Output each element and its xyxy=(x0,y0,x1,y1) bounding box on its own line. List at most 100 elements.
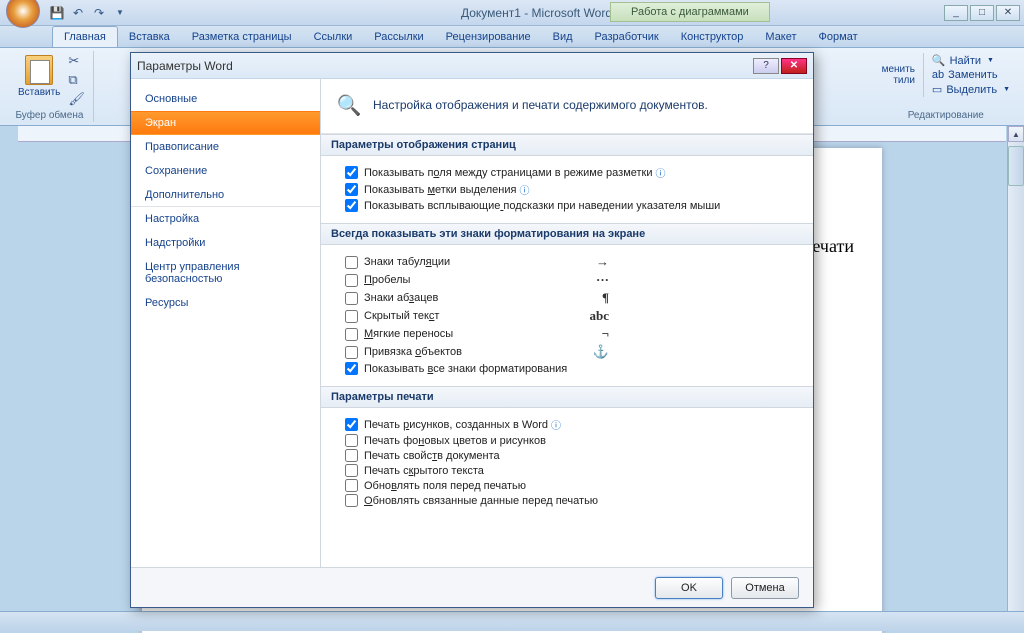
ribbon-tabs: ГлавнаяВставкаРазметка страницыСсылкиРас… xyxy=(0,26,1024,48)
replace-button[interactable]: abЗаменить xyxy=(932,68,1010,82)
dialog-help-button[interactable]: ? xyxy=(753,58,779,74)
option-checkbox[interactable] xyxy=(345,256,358,269)
option-checkbox[interactable] xyxy=(345,449,358,462)
option-checkbox[interactable] xyxy=(345,199,358,212)
option-row[interactable]: Показывать поля между страницами в режим… xyxy=(345,164,799,181)
option-row[interactable]: Показывать метки выделенияⓘ xyxy=(345,181,799,198)
nav-item[interactable]: Центр управления безопасностью xyxy=(131,255,320,291)
formatting-symbol: → xyxy=(596,254,609,270)
context-tab-charts[interactable]: Работа с диаграммами xyxy=(610,2,770,22)
ribbon-tab[interactable]: Вставка xyxy=(118,27,181,47)
option-row[interactable]: Печать свойств документа xyxy=(345,448,799,463)
nav-item[interactable]: Правописание xyxy=(131,135,320,159)
option-checkbox[interactable] xyxy=(345,310,358,323)
option-checkbox[interactable] xyxy=(345,464,358,477)
ribbon-tab[interactable]: Разработчик xyxy=(584,27,670,47)
ribbon-tab[interactable]: Формат xyxy=(808,27,869,47)
select-button[interactable]: ▭Выделить▼ xyxy=(932,82,1010,97)
maximize-button[interactable]: □ xyxy=(970,5,994,21)
option-checkbox[interactable] xyxy=(345,183,358,196)
info-icon[interactable]: ⓘ xyxy=(551,417,561,432)
info-icon[interactable]: ⓘ xyxy=(656,165,666,180)
nav-item[interactable]: Дополнительно xyxy=(131,183,320,207)
formatting-symbol: ¬ xyxy=(602,326,609,342)
ribbon-tab[interactable]: Конструктор xyxy=(670,27,755,47)
dialog-title: Параметры Word xyxy=(137,59,753,73)
formatting-symbol: abc xyxy=(590,308,610,324)
word-options-dialog: Параметры Word ? ✕ ОсновныеЭкранПравопис… xyxy=(130,52,814,608)
content-header: 🔍 Настройка отображения и печати содержи… xyxy=(321,79,813,134)
scroll-thumb[interactable] xyxy=(1008,146,1024,186)
ribbon-tab[interactable]: Макет xyxy=(754,27,807,47)
formatting-symbol: ¶ xyxy=(602,290,609,306)
status-bar xyxy=(0,611,1024,631)
option-row[interactable]: Показывать всплывающие подсказки при нав… xyxy=(345,198,799,213)
ribbon-tab[interactable]: Главная xyxy=(52,26,118,47)
ribbon-tab[interactable]: Рецензирование xyxy=(435,27,542,47)
option-checkbox[interactable] xyxy=(345,494,358,507)
minimize-button[interactable]: _ xyxy=(944,5,968,21)
dialog-close-button[interactable]: ✕ xyxy=(781,58,807,74)
window-title: Документ1 - Microsoft Word xyxy=(129,6,944,20)
option-checkbox[interactable] xyxy=(345,166,358,179)
find-icon: 🔍 xyxy=(932,54,946,67)
info-icon[interactable]: ⓘ xyxy=(519,182,529,197)
vertical-scrollbar[interactable]: ▲ xyxy=(1007,126,1024,611)
option-row[interactable]: Печать скрытого текста xyxy=(345,463,799,478)
styles-fragment2: тили xyxy=(882,75,915,86)
option-checkbox[interactable] xyxy=(345,362,358,375)
nav-item[interactable]: Сохранение xyxy=(131,159,320,183)
qat-dropdown-icon[interactable]: ▼ xyxy=(111,4,129,22)
format-painter-icon[interactable]: 🖌 xyxy=(68,91,85,107)
formatting-options: Знаки табуляции→Пробелы··· Знаки абзацев ¶… xyxy=(321,245,813,386)
option-row[interactable]: Пробелы··· xyxy=(345,271,799,289)
paste-button[interactable]: Вставить xyxy=(14,53,64,107)
nav-item[interactable]: Ресурсы xyxy=(131,291,320,315)
close-window-button[interactable]: ✕ xyxy=(996,5,1020,21)
option-checkbox[interactable] xyxy=(345,328,358,341)
ribbon-tab[interactable]: Вид xyxy=(542,27,584,47)
find-button[interactable]: 🔍Найти▼ xyxy=(932,53,1010,68)
option-row[interactable]: Печать фоновых цветов и рисунков xyxy=(345,433,799,448)
ribbon-tab[interactable]: Рассылки xyxy=(363,27,434,47)
nav-item[interactable]: Настройка xyxy=(131,207,320,231)
printing-options: Печать рисунков, созданных в WordⓘПечать… xyxy=(321,408,813,518)
option-row[interactable]: Печать рисунков, созданных в Wordⓘ xyxy=(345,416,799,433)
option-checkbox[interactable] xyxy=(345,479,358,492)
undo-icon[interactable]: ↶ xyxy=(69,4,87,22)
option-checkbox[interactable] xyxy=(345,292,358,305)
copy-icon[interactable]: ⧉ xyxy=(68,72,85,88)
option-label: Знаки абзацев xyxy=(364,292,438,304)
nav-item[interactable]: Надстройки xyxy=(131,231,320,255)
cut-icon[interactable]: ✂ xyxy=(68,53,85,69)
option-row[interactable]: Обновлять связанные данные перед печатью xyxy=(345,493,799,508)
option-label: Пробелы xyxy=(364,274,410,286)
office-button[interactable] xyxy=(6,0,40,28)
dialog-footer: OK Отмена xyxy=(131,567,813,607)
option-checkbox[interactable] xyxy=(345,418,358,431)
ribbon-tab[interactable]: Ссылки xyxy=(303,27,364,47)
option-row[interactable]: Скрытый текстabc xyxy=(345,307,799,325)
clipboard-group-label: Буфер обмена xyxy=(14,108,85,121)
option-checkbox[interactable] xyxy=(345,434,358,447)
ribbon-tab[interactable]: Разметка страницы xyxy=(181,27,303,47)
replace-icon: ab xyxy=(932,69,944,81)
ok-button[interactable]: OK xyxy=(655,577,723,599)
paste-icon xyxy=(25,55,53,85)
redo-icon[interactable]: ↷ xyxy=(90,4,108,22)
option-checkbox[interactable] xyxy=(345,274,358,287)
option-row[interactable]: Показывать все знаки форматирования xyxy=(345,361,799,376)
option-row[interactable]: Обновлять поля перед печатью xyxy=(345,478,799,493)
option-row[interactable]: Знаки табуляции→ xyxy=(345,253,799,271)
option-row[interactable]: Знаки абзацев ¶ xyxy=(345,289,799,307)
scroll-up-icon[interactable]: ▲ xyxy=(1008,126,1024,142)
option-row[interactable]: Мягкие переносы¬ xyxy=(345,325,799,343)
dialog-titlebar[interactable]: Параметры Word ? ✕ xyxy=(131,53,813,79)
section-formatting-marks: Всегда показывать эти знаки форматирован… xyxy=(321,223,813,245)
option-row[interactable]: Привязка объектов⚓ xyxy=(345,343,799,361)
save-icon[interactable]: 💾 xyxy=(48,4,66,22)
nav-item[interactable]: Экран xyxy=(131,111,320,135)
nav-item[interactable]: Основные xyxy=(131,87,320,111)
option-checkbox[interactable] xyxy=(345,346,358,359)
cancel-button[interactable]: Отмена xyxy=(731,577,799,599)
